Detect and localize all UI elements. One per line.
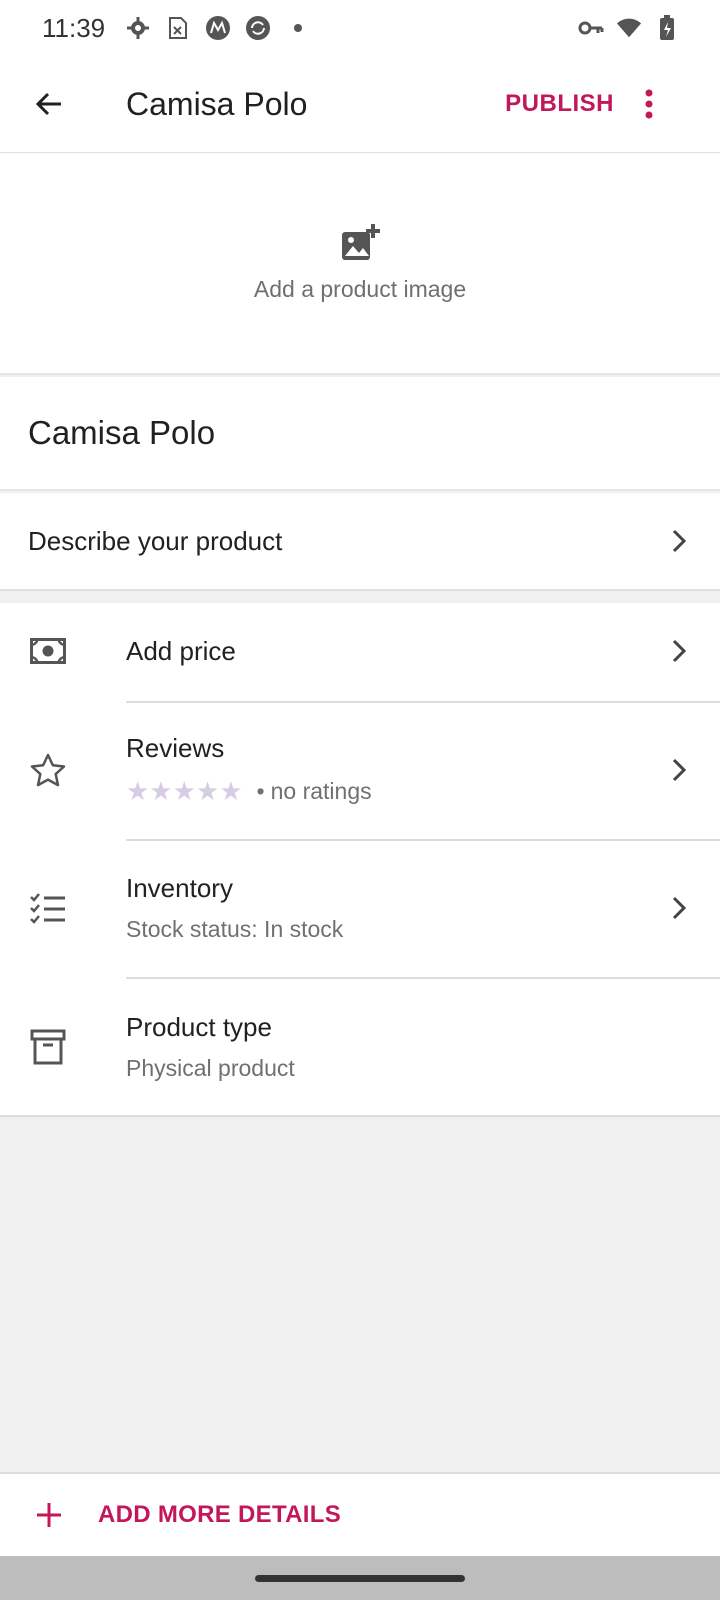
more-options-button[interactable] (644, 56, 700, 153)
wifi-icon (616, 15, 642, 41)
add-product-image-button[interactable]: Add a product image (0, 153, 720, 375)
chevron-right-icon (644, 873, 714, 943)
sim-icon (165, 15, 191, 41)
back-button[interactable] (0, 56, 98, 153)
inventory-status: Stock status: In stock (126, 916, 344, 942)
details-list: Add price Reviews ★★★★★ • no ratings Inv… (0, 603, 720, 1117)
home-gesture-handle[interactable] (255, 1574, 465, 1582)
system-nav-bar (0, 1556, 720, 1600)
reviews-row[interactable]: Reviews ★★★★★ • no ratings (0, 703, 720, 837)
publish-button[interactable]: PUBLISH (505, 90, 614, 118)
chevron-right-icon (644, 735, 714, 805)
add-more-details-label: ADD MORE DETAILS (98, 1501, 342, 1528)
product-type-label: Product type (126, 1012, 272, 1042)
status-bar: 11:39 (0, 0, 720, 56)
rating-text: no ratings (270, 778, 372, 804)
gear-icon (125, 15, 151, 41)
page-title: Camisa Polo (126, 85, 308, 122)
plus-icon (0, 1502, 98, 1528)
inventory-label: Inventory (126, 873, 233, 903)
star-outline-icon (0, 753, 126, 787)
chevron-right-icon (644, 506, 714, 576)
inventory-row[interactable]: Inventory Stock status: In stock (0, 841, 720, 975)
rating-stars: ★★★★★ (126, 776, 243, 806)
app-bar: Camisa Polo PUBLISH (0, 56, 720, 153)
add-photo-icon (342, 223, 380, 260)
checklist-icon (0, 892, 126, 924)
describe-product-row[interactable]: Describe your product (0, 493, 720, 589)
key-icon (578, 15, 604, 41)
product-name-field[interactable]: Camisa Polo (0, 377, 720, 491)
add-more-details-button[interactable]: ADD MORE DETAILS (0, 1472, 720, 1556)
product-type-value: Physical product (126, 1055, 295, 1081)
sync-icon (245, 15, 271, 41)
reviews-label: Reviews (126, 733, 225, 763)
chevron-right-icon (644, 616, 714, 686)
more-vert-icon (645, 89, 653, 119)
battery-charging-icon (654, 15, 680, 41)
status-time: 11:39 (42, 12, 106, 43)
add-price-row[interactable]: Add price (0, 603, 720, 699)
add-price-label: Add price (126, 635, 236, 666)
section-separator (0, 589, 720, 603)
motorola-icon (205, 15, 231, 41)
product-name: Camisa Polo (28, 414, 216, 451)
product-type-row[interactable]: Product type Physical product (0, 979, 720, 1115)
arrow-left-icon (35, 92, 61, 116)
dot-icon (285, 15, 311, 41)
add-product-image-caption: Add a product image (253, 275, 467, 302)
describe-product-label: Describe your product (28, 525, 283, 556)
money-icon (0, 638, 126, 664)
archive-box-icon (0, 1029, 126, 1065)
